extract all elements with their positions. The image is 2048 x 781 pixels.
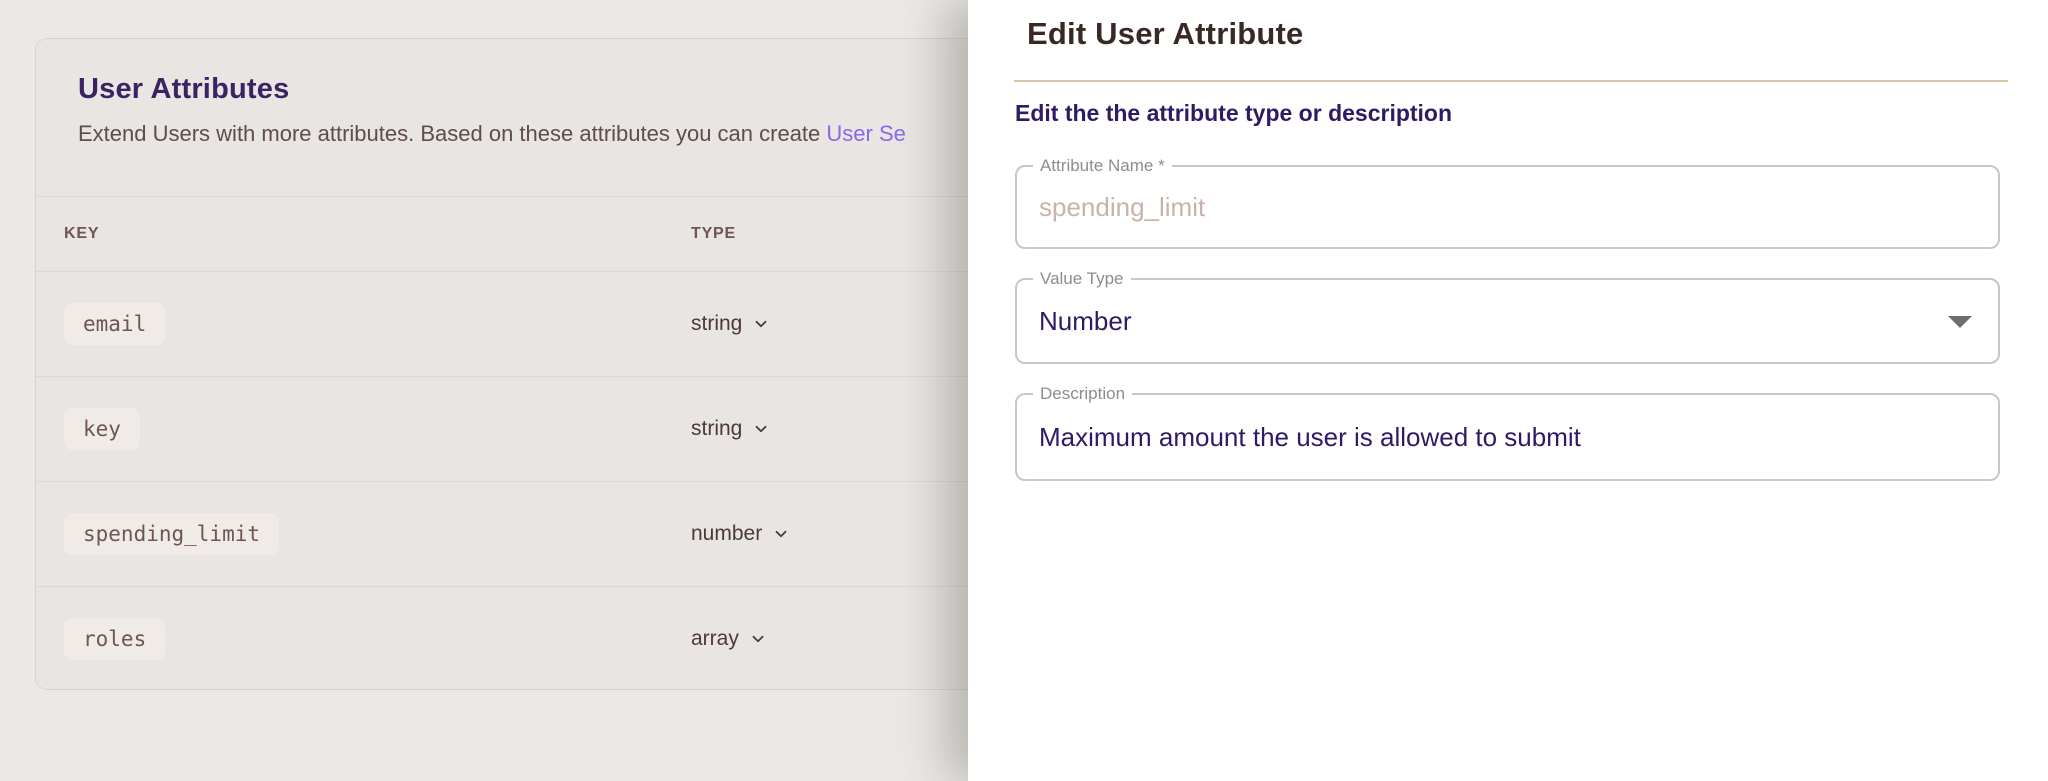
attribute-key-badge: email: [64, 303, 165, 345]
type-dropdown-value: string: [691, 417, 742, 441]
value-type-select[interactable]: Value Type Number: [1015, 278, 2000, 364]
key-cell: key: [36, 408, 691, 450]
key-cell: roles: [36, 618, 691, 660]
description-link[interactable]: User Se: [826, 121, 905, 146]
card-description-text: Extend Users with more attributes. Based…: [78, 121, 826, 146]
type-dropdown[interactable]: array: [691, 627, 767, 651]
chevron-down-icon: [749, 630, 767, 648]
drawer-title: Edit User Attribute: [1027, 16, 2000, 52]
edit-attribute-drawer: Edit User Attribute Edit the the attribu…: [968, 0, 2048, 781]
type-dropdown-value: string: [691, 312, 742, 336]
value-type-value: Number: [1017, 306, 1131, 337]
attribute-key-badge: roles: [64, 618, 165, 660]
attribute-name-field: Attribute Name * spending_limit: [1015, 165, 2000, 249]
value-type-label: Value Type: [1033, 269, 1131, 289]
dropdown-caret-icon: [1948, 316, 1972, 328]
type-dropdown-value: array: [691, 627, 739, 651]
attribute-name-value: spending_limit: [1017, 192, 1205, 223]
description-value: Maximum amount the user is allowed to su…: [1017, 422, 1581, 453]
type-dropdown-value: number: [691, 522, 762, 546]
description-field[interactable]: Description Maximum amount the user is a…: [1015, 393, 2000, 481]
attribute-key-badge: key: [64, 408, 140, 450]
type-dropdown[interactable]: string: [691, 417, 770, 441]
drawer-title-divider: [1014, 80, 2008, 82]
attribute-key-badge: spending_limit: [64, 513, 279, 555]
drawer-subtitle: Edit the the attribute type or descripti…: [1015, 100, 2000, 127]
description-label: Description: [1033, 384, 1132, 404]
type-dropdown[interactable]: string: [691, 312, 770, 336]
attribute-name-label: Attribute Name *: [1033, 156, 1172, 176]
chevron-down-icon: [752, 315, 770, 333]
type-dropdown[interactable]: number: [691, 522, 790, 546]
key-cell: email: [36, 303, 691, 345]
key-cell: spending_limit: [36, 513, 691, 555]
column-header-key: KEY: [36, 225, 691, 243]
chevron-down-icon: [752, 420, 770, 438]
chevron-down-icon: [772, 525, 790, 543]
